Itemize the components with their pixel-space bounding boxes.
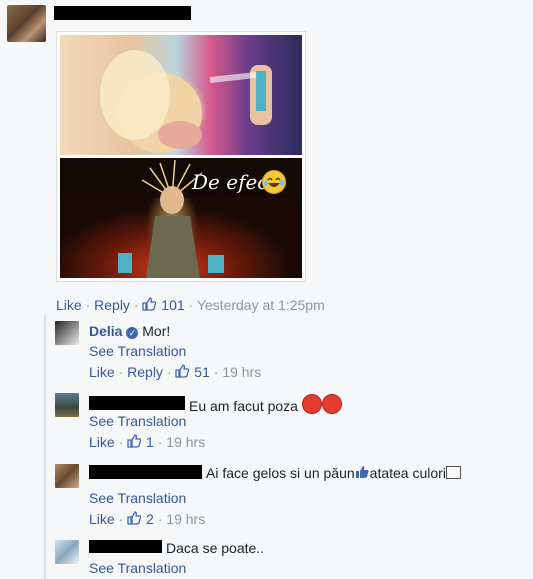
redacted-author-name	[89, 396, 185, 410]
comment-like-count[interactable]: 1	[146, 434, 154, 450]
comment-like-link[interactable]: Like	[89, 364, 115, 380]
separator: ·	[157, 434, 163, 450]
redacted-author-name	[89, 465, 202, 479]
separator: ·	[118, 511, 124, 527]
separator: ·	[188, 297, 194, 313]
comment-action-row: Like · 1 · 19 hrs	[89, 434, 205, 450]
comment-avatar[interactable]	[55, 393, 79, 417]
separator: ·	[118, 434, 124, 450]
comment-timestamp[interactable]: 19 hrs	[222, 364, 261, 380]
comment-avatar[interactable]	[55, 540, 79, 564]
comment-text-tail: atatea culori	[369, 465, 446, 481]
comment-avatar[interactable]	[55, 464, 79, 488]
separator: ·	[118, 364, 124, 380]
thumbs-up-icon[interactable]	[175, 364, 190, 378]
thumbs-up-icon[interactable]	[127, 511, 142, 525]
post-reply-link[interactable]: Reply	[94, 297, 130, 313]
comment-like-link[interactable]: Like	[89, 434, 115, 450]
comment-line: Delia ✓ Mor!	[89, 323, 170, 339]
unknown-glyph-icon	[445, 466, 461, 479]
angry-emoji-icon	[321, 394, 342, 414]
post-author-avatar[interactable]	[7, 5, 46, 42]
comment-author-name[interactable]: Delia	[89, 323, 122, 339]
post-action-row: Like · Reply · 101 · Yesterday at 1:25pm	[56, 297, 325, 313]
separator: ·	[85, 297, 91, 313]
see-translation-link[interactable]: See Translation	[89, 413, 186, 429]
redacted-author-name	[89, 540, 162, 553]
comment-reply-link[interactable]: Reply	[127, 364, 163, 380]
comment-action-row: Like · Reply · 51 · 19 hrs	[89, 364, 261, 380]
laugh-emoji-icon	[262, 170, 286, 194]
post-photo-top	[60, 35, 302, 155]
thumbs-up-icon	[355, 465, 370, 479]
comment-action-row: Like · 2 · 19 hrs	[89, 511, 205, 527]
reply-thread-rule	[44, 315, 46, 579]
comment-line: Ai face gelos si un păun atatea culori	[206, 465, 461, 481]
verified-badge-icon: ✓	[126, 327, 139, 339]
angry-emoji-icon	[301, 394, 322, 414]
comment-like-count[interactable]: 51	[194, 364, 210, 380]
see-translation-link[interactable]: See Translation	[89, 490, 186, 506]
separator: ·	[157, 511, 163, 527]
comment-text: Daca se poate..	[166, 540, 265, 556]
post-like-link[interactable]: Like	[56, 297, 82, 313]
separator: ·	[166, 364, 172, 380]
see-translation-link[interactable]: See Translation	[89, 560, 186, 576]
comment-like-link[interactable]: Like	[89, 511, 115, 527]
comment-text: Eu am facut poza	[189, 398, 298, 414]
comment-timestamp[interactable]: 19 hrs	[166, 511, 205, 527]
comment-avatar[interactable]	[55, 321, 79, 345]
comment-timestamp[interactable]: 19 hrs	[166, 434, 205, 450]
redacted-author-name	[54, 6, 191, 20]
post-like-count[interactable]: 101	[161, 297, 184, 313]
separator: ·	[213, 364, 219, 380]
separator: ·	[133, 297, 139, 313]
comment-text: Ai face gelos si un păun	[206, 465, 355, 481]
post-timestamp[interactable]: Yesterday at 1:25pm	[197, 297, 325, 313]
thumbs-up-icon[interactable]	[142, 297, 157, 311]
see-translation-link[interactable]: See Translation	[89, 343, 186, 359]
comment-like-count[interactable]: 2	[146, 511, 154, 527]
comment-text: Mor!	[142, 323, 171, 339]
thumbs-up-icon[interactable]	[127, 434, 142, 448]
laugh-emoji-art	[264, 177, 284, 187]
comment-line: Eu am facut poza	[189, 394, 342, 414]
photo-top-art	[100, 50, 272, 153]
